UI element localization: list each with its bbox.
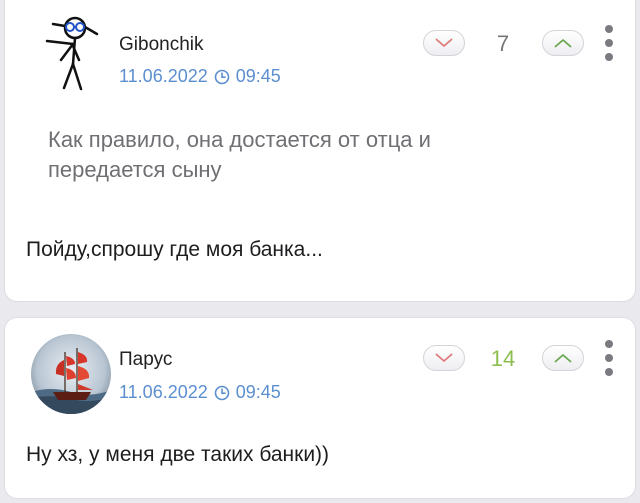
- downvote-button[interactable]: [423, 30, 465, 56]
- rating-score: 14: [490, 346, 516, 371]
- comment-timestamp[interactable]: 11.06.2022 09:45: [119, 382, 281, 403]
- comment-card: Парус 11.06.2022 09:45 14 Ну хз, у меня …: [5, 318, 635, 498]
- more-dots-icon: [605, 25, 613, 33]
- chevron-down-icon: [435, 353, 453, 362]
- more-dots-icon: [605, 39, 613, 47]
- more-dots-icon: [605, 340, 613, 348]
- rating-score: 7: [496, 31, 510, 56]
- stick-figure-icon: [45, 16, 99, 91]
- chevron-up-icon: [554, 39, 572, 48]
- upvote-button[interactable]: [542, 345, 584, 371]
- comment-date: 11.06.2022: [119, 382, 208, 402]
- upvote-button[interactable]: [542, 30, 584, 56]
- clock-icon: [214, 385, 230, 400]
- comment-card: Gibonchik 11.06.2022 09:45 7 Как правило…: [5, 0, 635, 301]
- comment-time: 09:45: [235, 382, 281, 402]
- more-dots-icon: [605, 368, 613, 376]
- comment-timestamp[interactable]: 11.06.2022 09:45: [119, 66, 281, 87]
- downvote-button[interactable]: [423, 345, 465, 371]
- clock-icon: [214, 69, 230, 84]
- comment-time: 09:45: [235, 66, 281, 86]
- comment-text: Ну хз, у меня две таких банки)): [26, 443, 330, 466]
- username[interactable]: Gibonchik: [119, 34, 204, 56]
- comment-date: 11.06.2022: [119, 66, 208, 86]
- more-dots-icon: [605, 354, 613, 362]
- red-sail-ship-icon: [31, 334, 111, 414]
- chevron-up-icon: [554, 354, 572, 363]
- more-options-button[interactable]: [603, 25, 615, 61]
- more-dots-icon: [605, 53, 613, 61]
- chevron-down-icon: [435, 38, 453, 47]
- quoted-text: Как правило, она достается от отца и пер…: [48, 127, 431, 182]
- avatar[interactable]: [31, 14, 111, 94]
- more-options-button[interactable]: [603, 340, 615, 376]
- avatar[interactable]: [31, 334, 111, 414]
- comment-text: Пойду,спрошу где моя банка...: [26, 238, 323, 261]
- username[interactable]: Парус: [119, 349, 172, 371]
